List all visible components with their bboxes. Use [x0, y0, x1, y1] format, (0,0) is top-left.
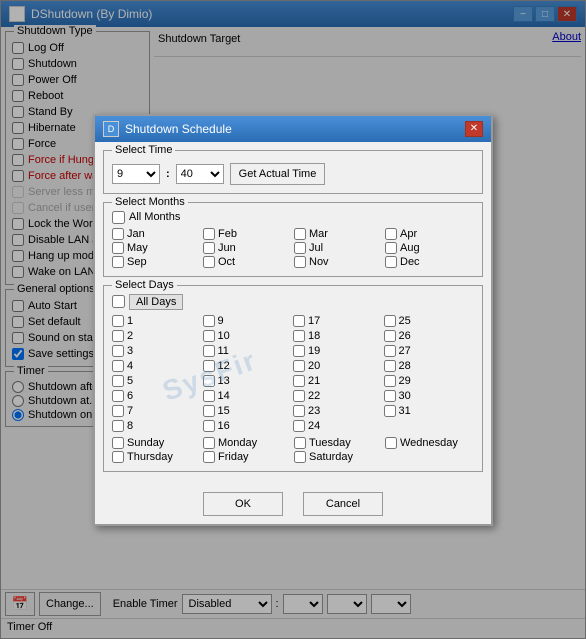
- list-item[interactable]: Mar: [294, 228, 383, 240]
- list-item[interactable]: Friday: [203, 451, 292, 463]
- list-item[interactable]: Jun: [203, 242, 292, 254]
- modal-buttons: OK Cancel: [95, 488, 491, 524]
- weekday-grid: Sunday Monday Tuesday Wednesday Thursday…: [112, 437, 474, 463]
- list-item[interactable]: Apr: [385, 228, 474, 240]
- select-months-title: Select Months: [112, 196, 188, 208]
- select-days-title: Select Days: [112, 279, 177, 291]
- list-item[interactable]: 27: [384, 344, 475, 358]
- list-item[interactable]: Wednesday: [385, 437, 474, 449]
- list-item[interactable]: 22: [293, 389, 384, 403]
- all-days-label: All Days: [129, 294, 183, 310]
- list-item[interactable]: Oct: [203, 256, 292, 268]
- minute-select[interactable]: 40: [176, 164, 224, 184]
- list-item[interactable]: 8: [112, 419, 203, 433]
- modal-close-button[interactable]: ✕: [465, 121, 483, 137]
- list-item[interactable]: 13: [203, 374, 294, 388]
- list-item[interactable]: 28: [384, 359, 475, 373]
- list-item[interactable]: 21: [293, 374, 384, 388]
- list-item[interactable]: 11: [203, 344, 294, 358]
- list-item[interactable]: Aug: [385, 242, 474, 254]
- all-days-row: All Days: [112, 294, 474, 310]
- days-grid: 1 9 17 25 2 10 18 26 3 11 19 27 4 12 20 …: [112, 314, 474, 433]
- list-item[interactable]: 29: [384, 374, 475, 388]
- list-item[interactable]: Jan: [112, 228, 201, 240]
- modal-dialog: D Shutdown Schedule ✕ Select Time 9 : 40: [93, 114, 493, 526]
- list-item[interactable]: 10: [203, 329, 294, 343]
- hour-select[interactable]: 9: [112, 164, 160, 184]
- time-separator: :: [166, 168, 170, 180]
- list-item[interactable]: Tuesday: [294, 437, 383, 449]
- list-item[interactable]: Dec: [385, 256, 474, 268]
- list-item[interactable]: 2: [112, 329, 203, 343]
- list-item[interactable]: Thursday: [112, 451, 201, 463]
- list-item[interactable]: 7: [112, 404, 203, 418]
- list-item[interactable]: 18: [293, 329, 384, 343]
- list-item[interactable]: 9: [203, 314, 294, 328]
- list-item[interactable]: 17: [293, 314, 384, 328]
- list-item[interactable]: 3: [112, 344, 203, 358]
- list-item[interactable]: Nov: [294, 256, 383, 268]
- months-grid: Jan Feb Mar Apr May Jun Jul Aug Sep Oct …: [112, 228, 474, 268]
- modal-icon: D: [103, 121, 119, 137]
- modal-overlay: D Shutdown Schedule ✕ Select Time 9 : 40: [0, 0, 586, 639]
- all-days-checkbox[interactable]: [112, 295, 125, 308]
- all-months-checkbox[interactable]: [112, 211, 125, 224]
- list-item[interactable]: 31: [384, 404, 475, 418]
- list-item[interactable]: 24: [293, 419, 384, 433]
- list-item[interactable]: Jul: [294, 242, 383, 254]
- all-months-row: All Months: [112, 211, 474, 224]
- modal-title-bar: D Shutdown Schedule ✕: [95, 116, 491, 142]
- list-item[interactable]: 20: [293, 359, 384, 373]
- list-item[interactable]: 30: [384, 389, 475, 403]
- list-item[interactable]: Monday: [203, 437, 292, 449]
- list-item[interactable]: Sep: [112, 256, 201, 268]
- time-row: 9 : 40 Get Actual Time: [112, 163, 474, 185]
- list-item[interactable]: 15: [203, 404, 294, 418]
- list-item[interactable]: 6: [112, 389, 203, 403]
- list-item[interactable]: 26: [384, 329, 475, 343]
- list-item[interactable]: 23: [293, 404, 384, 418]
- list-item[interactable]: 19: [293, 344, 384, 358]
- select-time-group: Select Time 9 : 40 Get Actual Time: [103, 150, 483, 194]
- select-months-group: Select Months All Months Jan Feb Mar Apr…: [103, 202, 483, 277]
- list-item[interactable]: 4: [112, 359, 203, 373]
- all-months-label: All Months: [129, 211, 180, 223]
- list-item[interactable]: 25: [384, 314, 475, 328]
- get-actual-time-button[interactable]: Get Actual Time: [230, 163, 326, 185]
- list-item[interactable]: 5: [112, 374, 203, 388]
- list-item[interactable]: Feb: [203, 228, 292, 240]
- modal-title: Shutdown Schedule: [125, 122, 232, 136]
- list-item[interactable]: May: [112, 242, 201, 254]
- list-item[interactable]: 1: [112, 314, 203, 328]
- cancel-button[interactable]: Cancel: [303, 492, 383, 516]
- ok-button[interactable]: OK: [203, 492, 283, 516]
- list-item[interactable]: Sunday: [112, 437, 201, 449]
- modal-content: Select Time 9 : 40 Get Actual Time Selec…: [95, 142, 491, 488]
- select-time-title: Select Time: [112, 144, 175, 156]
- list-item[interactable]: 14: [203, 389, 294, 403]
- list-item[interactable]: 12: [203, 359, 294, 373]
- list-item[interactable]: 16: [203, 419, 294, 433]
- select-days-group: Select Days SysFir All Days 1 9 17 25 2 …: [103, 285, 483, 472]
- list-item: [384, 419, 475, 433]
- list-item[interactable]: Saturday: [294, 451, 383, 463]
